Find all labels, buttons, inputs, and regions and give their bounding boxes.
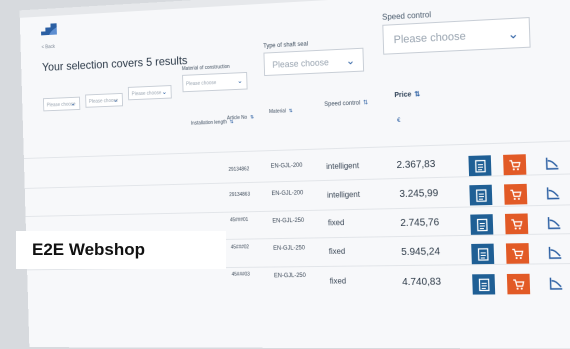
column-header-label: Speed control xyxy=(324,101,360,108)
filter-small-3[interactable]: Please choose ⌄ xyxy=(128,82,172,100)
document-icon xyxy=(475,188,487,201)
datasheet-button[interactable] xyxy=(468,155,491,176)
chevron-down-icon: ⌄ xyxy=(113,94,119,108)
add-to-cart-button[interactable] xyxy=(506,243,529,264)
datasheet-button[interactable] xyxy=(471,244,494,265)
material-cell: EN-GJL-250 xyxy=(273,245,305,251)
brand-logo-icon xyxy=(39,21,59,39)
datasheet-button[interactable] xyxy=(472,274,495,294)
cart-icon xyxy=(510,218,523,229)
document-icon xyxy=(478,278,490,291)
document-icon xyxy=(477,247,489,260)
filter-label xyxy=(85,90,122,92)
pump-curve-button[interactable] xyxy=(542,213,566,234)
results-title: Your selection covers 5 results xyxy=(42,53,188,73)
filter-select[interactable]: Please choose ⌄ xyxy=(85,93,123,108)
filter-select[interactable]: Please choose ⌄ xyxy=(263,48,364,76)
material-cell: EN-GJL-250 xyxy=(272,218,304,225)
speed-control-cell: fixed xyxy=(328,218,345,227)
filter-label: Material of construction xyxy=(182,63,247,72)
add-to-cart-button[interactable] xyxy=(507,274,530,295)
speed-control-cell: intelligent xyxy=(327,190,360,200)
filter-small-1[interactable]: Please choose ⌄ xyxy=(43,94,80,112)
filter-placeholder: Please choose xyxy=(393,31,466,47)
filter-placeholder: Please choose xyxy=(132,90,162,97)
speed-control-cell: intelligent xyxy=(326,161,359,171)
webshop-results-page: < Back Your selection covers 5 results P… xyxy=(25,0,570,329)
filter-small-2[interactable]: Please choose ⌄ xyxy=(85,90,123,108)
filter-select[interactable]: Please choose ⌄ xyxy=(128,85,172,100)
pump-curve-button[interactable] xyxy=(541,183,565,204)
add-to-cart-button[interactable] xyxy=(504,184,527,205)
price-cell: 2.367,83 xyxy=(396,159,435,171)
brand-overlay-label: E2E Webshop xyxy=(16,231,226,269)
material-cell: EN-GJL-200 xyxy=(271,190,303,197)
cart-icon xyxy=(511,248,524,259)
column-header-label: Price xyxy=(394,91,411,99)
price-cell: 5.945,24 xyxy=(401,246,440,258)
sort-icon[interactable]: ⇅ xyxy=(289,108,293,114)
filter-select[interactable]: Please choose ⌄ xyxy=(182,72,248,92)
filter-label xyxy=(43,94,80,96)
column-header-speed-control[interactable]: Speed control⇅ xyxy=(324,99,368,108)
chevron-down-icon: ⌄ xyxy=(70,98,76,111)
sort-icon[interactable]: ⇅ xyxy=(414,91,420,98)
pump-curve-button[interactable] xyxy=(544,273,568,294)
material-cell: EN-GJL-250 xyxy=(274,273,306,279)
filter-select[interactable]: Please choose ⌄ xyxy=(382,17,530,55)
document-icon xyxy=(476,218,488,231)
chevron-down-icon: ⌄ xyxy=(161,86,167,100)
price-cell: 2.745,76 xyxy=(400,217,439,229)
column-header-label: Article No xyxy=(227,115,247,122)
filter-construction-material[interactable]: Material of construction Please choose ⌄ xyxy=(182,63,248,92)
datasheet-button[interactable] xyxy=(469,185,492,206)
sort-icon[interactable]: ⇅ xyxy=(363,100,368,106)
column-header-label: Material xyxy=(269,108,286,115)
column-header-price[interactable]: Price⇅ xyxy=(394,90,420,99)
article-no-cell: 29134862 xyxy=(228,166,249,172)
page-surface: < Back Your selection covers 5 results P… xyxy=(20,0,570,349)
price-cell: 3.245,99 xyxy=(399,188,438,200)
column-header-article-no[interactable]: Article No⇅ xyxy=(227,115,254,122)
column-header-label: Installation length xyxy=(191,119,227,126)
price-cell: 4.740,83 xyxy=(402,277,441,288)
speed-control-cell: fixed xyxy=(329,247,346,256)
pump-curve-button[interactable] xyxy=(543,243,567,264)
material-cell: EN-GJL-200 xyxy=(271,163,303,170)
article-no-cell: 45###01 xyxy=(230,217,248,223)
column-header-material[interactable]: Material⇅ xyxy=(269,108,293,115)
sort-icon[interactable]: ⇅ xyxy=(250,115,254,121)
filter-speed-control[interactable]: Speed control Please choose ⌄ xyxy=(382,5,531,55)
pump-curve-icon xyxy=(544,156,559,171)
cart-icon xyxy=(508,159,521,171)
add-to-cart-button[interactable] xyxy=(505,213,528,234)
filter-placeholder: Please choose xyxy=(186,80,216,87)
pump-curve-icon xyxy=(545,186,560,201)
pump-curve-icon xyxy=(548,277,563,292)
document-icon xyxy=(474,159,486,172)
pump-curve-button[interactable] xyxy=(540,153,564,174)
cart-icon xyxy=(512,278,525,289)
speed-control-cell: fixed xyxy=(330,277,347,286)
filter-shaft-seal[interactable]: Type of shaft seal Please choose ⌄ xyxy=(263,39,364,76)
filter-select[interactable]: Please choose ⌄ xyxy=(43,97,80,112)
article-no-cell: 45###03 xyxy=(232,272,250,278)
article-no-cell: 29134863 xyxy=(229,192,250,198)
chevron-down-icon: ⌄ xyxy=(507,19,519,50)
pump-curve-icon xyxy=(547,246,562,261)
cart-icon xyxy=(509,189,522,201)
currency-marker: € xyxy=(397,118,400,124)
pump-curve-icon xyxy=(546,216,561,231)
add-to-cart-button[interactable] xyxy=(503,154,526,175)
chevron-down-icon: ⌄ xyxy=(346,49,356,73)
article-no-cell: 45###02 xyxy=(231,244,249,250)
back-link[interactable]: < Back xyxy=(41,44,55,50)
chevron-down-icon: ⌄ xyxy=(237,73,243,91)
datasheet-button[interactable] xyxy=(470,214,493,235)
filter-label xyxy=(128,82,172,84)
filter-placeholder: Please choose xyxy=(272,57,329,69)
